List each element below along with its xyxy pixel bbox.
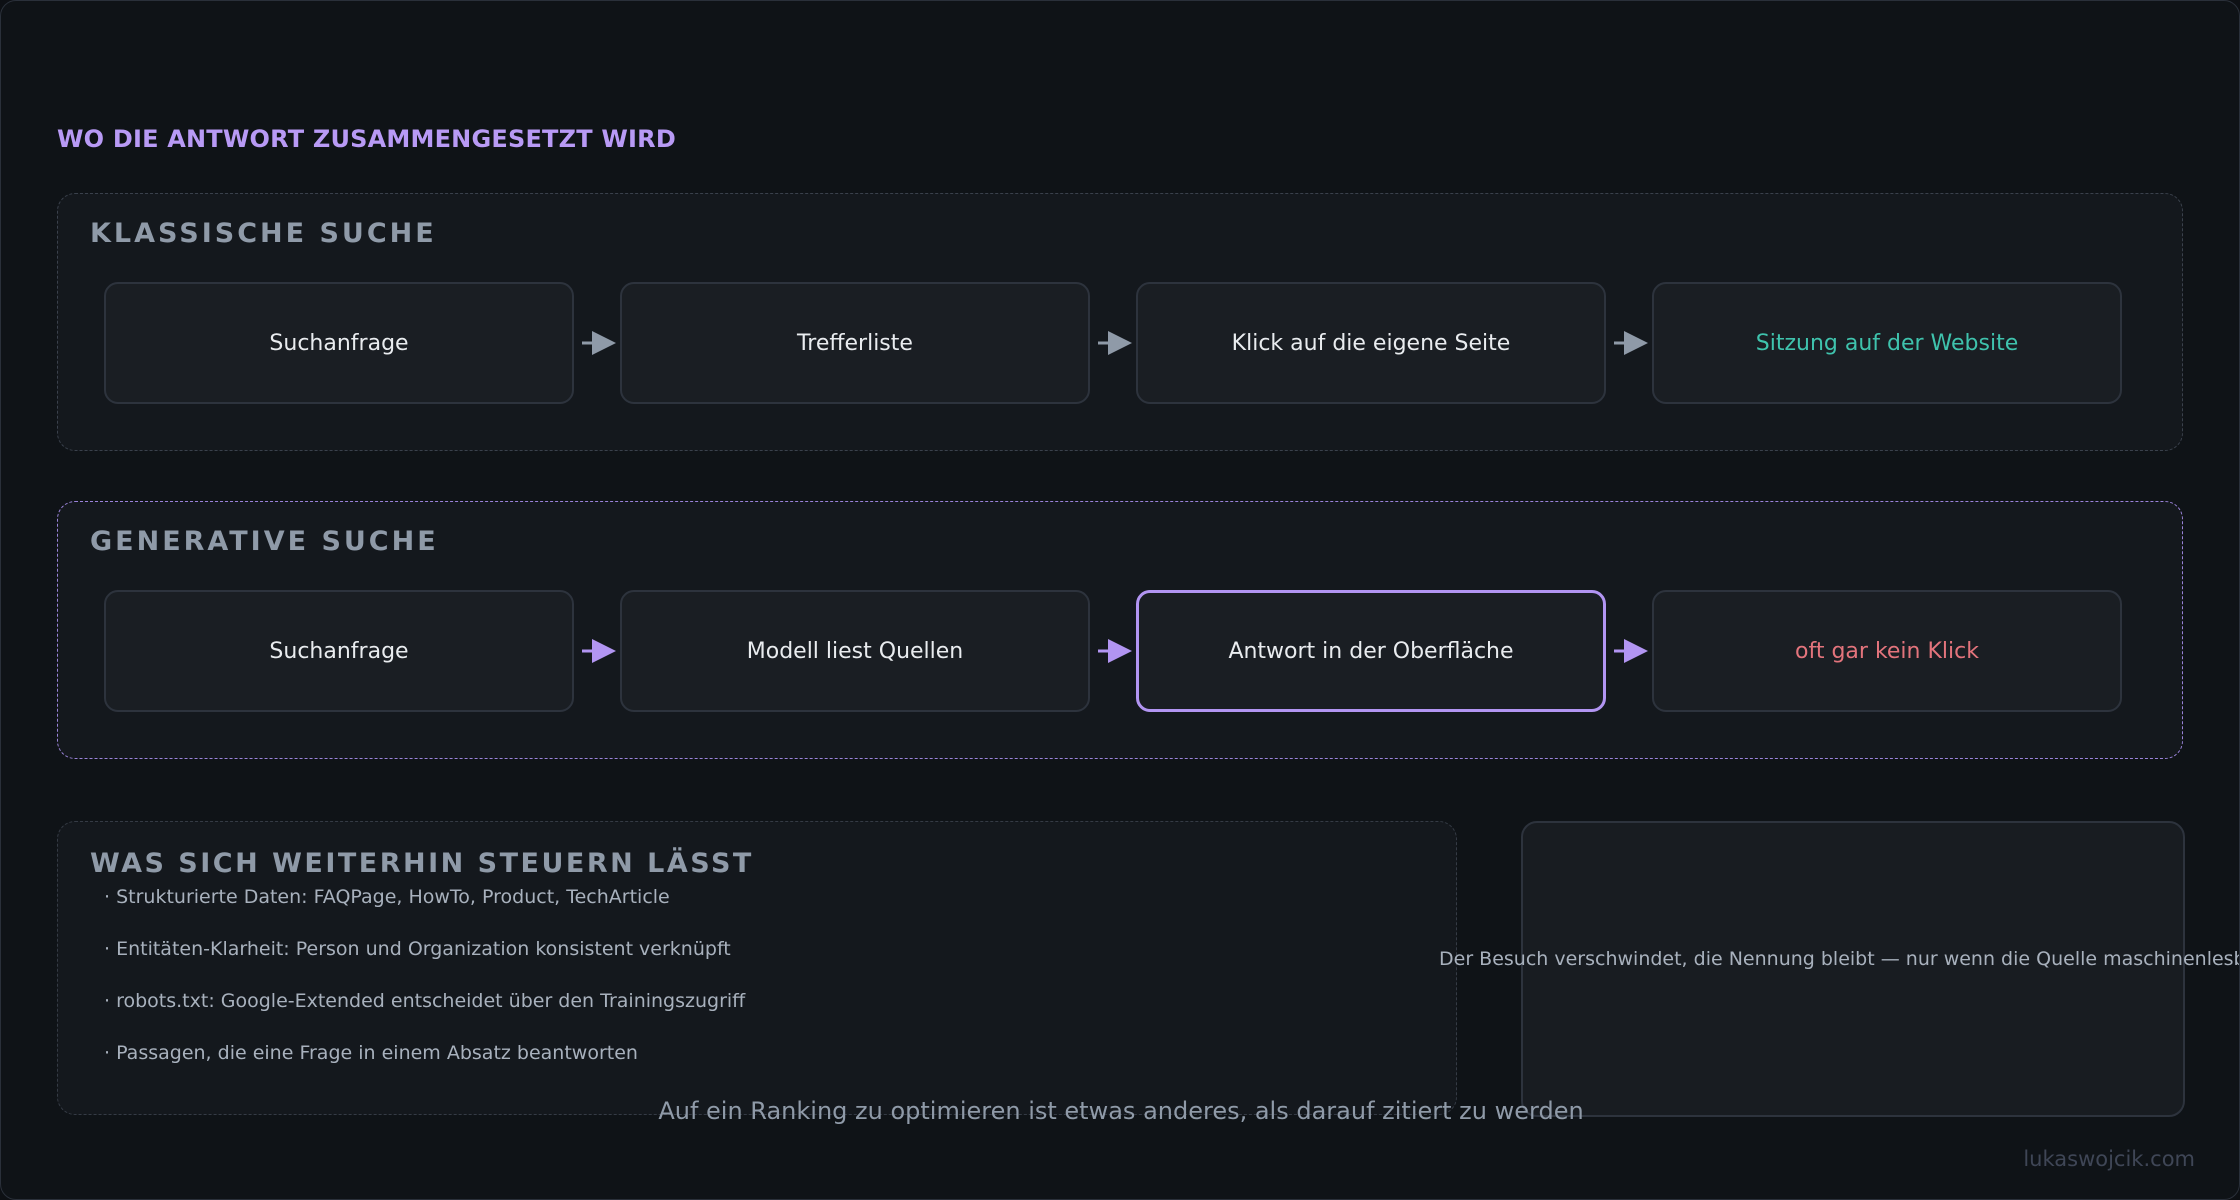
generative-step-model: Modell liest Quellen xyxy=(620,590,1090,712)
classic-step-click: Klick auf die eigene Seite xyxy=(1136,282,1606,404)
classic-step-session: Sitzung auf der Website xyxy=(1652,282,2122,404)
generative-search-panel: GENERATIVE SUCHE Suchanfrage Modell lies… xyxy=(57,501,2183,759)
generative-step-no-click: oft gar kein Klick xyxy=(1652,590,2122,712)
control-item: · Entitäten-Klarheit: Person und Organiz… xyxy=(104,938,731,960)
classic-search-title: KLASSISCHE SUCHE xyxy=(90,218,437,249)
control-title: WAS SICH WEITERHIN STEUERN LÄSST xyxy=(90,848,754,879)
arrow-icon xyxy=(1098,639,1132,663)
arrow-icon xyxy=(582,331,616,355)
control-box: WAS SICH WEITERHIN STEUERN LÄSST · Struk… xyxy=(57,821,1457,1115)
diagram-heading: WO DIE ANTWORT ZUSAMMENGESETZT WIRD xyxy=(57,125,676,153)
arrow-icon xyxy=(1098,331,1132,355)
credit-link[interactable]: lukaswojcik.com xyxy=(2023,1147,2195,1171)
generative-step-answer: Antwort in der Oberfläche xyxy=(1136,590,1606,712)
classic-step-results: Trefferliste xyxy=(620,282,1090,404)
footer-caption: Auf ein Ranking zu optimieren ist etwas … xyxy=(658,1097,1584,1125)
note-text: Der Besuch verschwindet, die Nennung ble… xyxy=(1439,948,2240,970)
diagram-frame: WO DIE ANTWORT ZUSAMMENGESETZT WIRD KLAS… xyxy=(0,0,2240,1200)
control-item: · robots.txt: Google-Extended entscheide… xyxy=(104,990,746,1012)
arrow-icon xyxy=(1614,639,1648,663)
classic-search-panel: KLASSISCHE SUCHE Suchanfrage Trefferlist… xyxy=(57,193,2183,451)
arrow-icon xyxy=(582,639,616,663)
control-item: · Passagen, die eine Frage in einem Absa… xyxy=(104,1042,638,1064)
generative-step-query: Suchanfrage xyxy=(104,590,574,712)
classic-step-query: Suchanfrage xyxy=(104,282,574,404)
control-item: · Strukturierte Daten: FAQPage, HowTo, P… xyxy=(104,886,670,908)
generative-search-title: GENERATIVE SUCHE xyxy=(90,526,439,557)
arrow-icon xyxy=(1614,331,1648,355)
